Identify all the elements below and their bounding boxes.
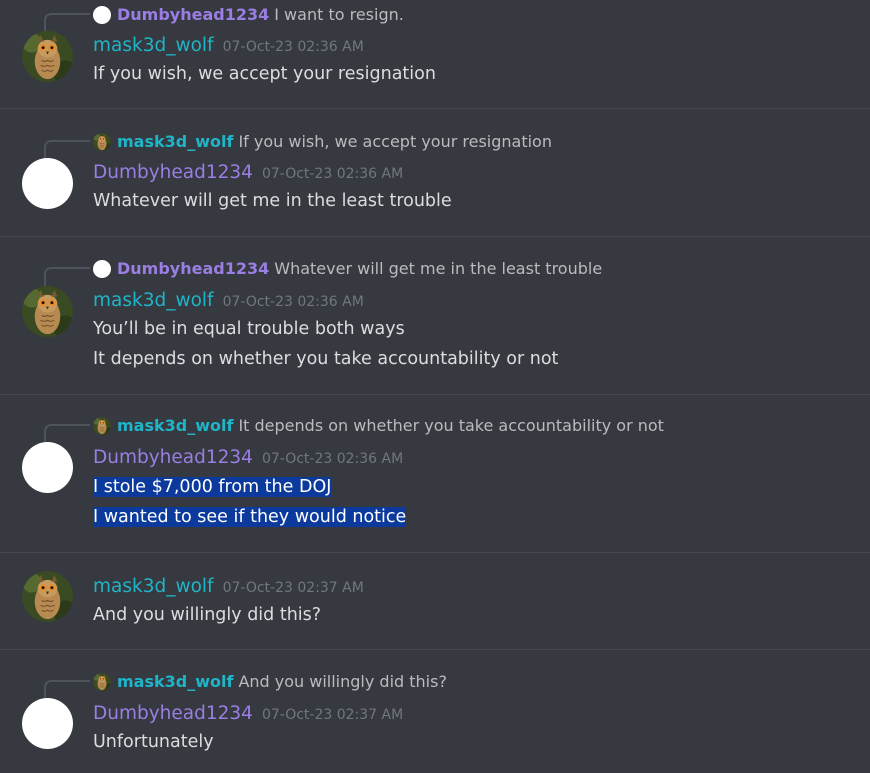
avatar[interactable] (22, 286, 73, 337)
reply-content: And you willingly did this? (238, 672, 447, 691)
message-text: If you wish, we accept your resignation (93, 64, 436, 84)
username[interactable]: mask3d_wolf (93, 576, 214, 597)
reply-avatar (93, 260, 111, 278)
timestamp: 07-Oct-23 02:36 AM (222, 294, 364, 310)
timestamp: 07-Oct-23 02:37 AM (222, 580, 364, 596)
reply-spine (44, 140, 90, 160)
reply-avatar (93, 6, 111, 24)
message-6[interactable]: mask3d_wolf And you willingly did this? D… (0, 650, 870, 773)
message-5[interactable]: mask3d_wolf 07-Oct-23 02:37 AM And you wi… (0, 553, 870, 649)
reply-preview[interactable]: Dumbyhead1234 I want to resign. (0, 4, 870, 33)
reply-avatar (93, 133, 111, 151)
reply-content: If you wish, we accept your resignation (238, 132, 552, 151)
selected-text: I stole $7,000 from the DOJ (93, 477, 332, 497)
username[interactable]: Dumbyhead1234 (93, 447, 253, 468)
timestamp: 07-Oct-23 02:36 AM (261, 451, 404, 467)
message-text: I wanted to see if they would notice (93, 504, 407, 530)
message-text: You’ll be in equal trouble both ways (93, 319, 405, 339)
message-text: It depends on whether you take accountab… (93, 349, 559, 369)
message-text: Whatever will get me in the least troubl… (93, 191, 452, 211)
avatar[interactable] (22, 158, 73, 209)
avatar[interactable] (22, 31, 73, 82)
reply-content: I want to resign. (274, 5, 404, 24)
message-3[interactable]: Dumbyhead1234 Whatever will get me in the… (0, 237, 870, 394)
message-text: And you willingly did this? (93, 605, 322, 625)
reply-spine (44, 13, 90, 33)
reply-spine (44, 424, 90, 444)
reply-preview[interactable]: Dumbyhead1234 Whatever will get me in the… (0, 258, 870, 287)
username[interactable]: mask3d_wolf (93, 35, 214, 56)
reply-author[interactable]: Dumbyhead1234 (117, 5, 269, 24)
reply-content: It depends on whether you take accountab… (238, 416, 664, 435)
reply-author[interactable]: Dumbyhead1234 (117, 259, 269, 278)
reply-content: Whatever will get me in the least troubl… (274, 259, 603, 278)
reply-preview[interactable]: mask3d_wolf If you wish, we accept your r… (0, 131, 870, 160)
reply-spine (44, 680, 90, 700)
username[interactable]: Dumbyhead1234 (93, 162, 253, 183)
username[interactable]: Dumbyhead1234 (93, 703, 253, 724)
selected-text: I wanted to see if they would notice (93, 507, 407, 527)
timestamp: 07-Oct-23 02:37 AM (261, 707, 404, 723)
timestamp: 07-Oct-23 02:36 AM (222, 39, 364, 55)
reply-preview[interactable]: mask3d_wolf And you willingly did this? (0, 671, 870, 700)
reply-author[interactable]: mask3d_wolf (117, 132, 233, 151)
reply-avatar (93, 417, 111, 435)
timestamp: 07-Oct-23 02:36 AM (261, 166, 404, 182)
avatar[interactable] (22, 698, 73, 749)
message-2[interactable]: mask3d_wolf If you wish, we accept your r… (0, 109, 870, 236)
message-text: I stole $7,000 from the DOJ (93, 474, 332, 500)
message-4[interactable]: mask3d_wolf It depends on whether you tak… (0, 395, 870, 552)
message-text: Unfortunately (93, 732, 214, 752)
avatar[interactable] (22, 571, 73, 622)
message-1[interactable]: Dumbyhead1234 I want to resign. mask3d_wo… (0, 0, 870, 108)
avatar[interactable] (22, 442, 73, 493)
username[interactable]: mask3d_wolf (93, 290, 214, 311)
reply-preview[interactable]: mask3d_wolf It depends on whether you tak… (0, 415, 870, 444)
reply-spine (44, 267, 90, 287)
reply-author[interactable]: mask3d_wolf (117, 416, 233, 435)
reply-avatar (93, 673, 111, 691)
reply-author[interactable]: mask3d_wolf (117, 672, 233, 691)
